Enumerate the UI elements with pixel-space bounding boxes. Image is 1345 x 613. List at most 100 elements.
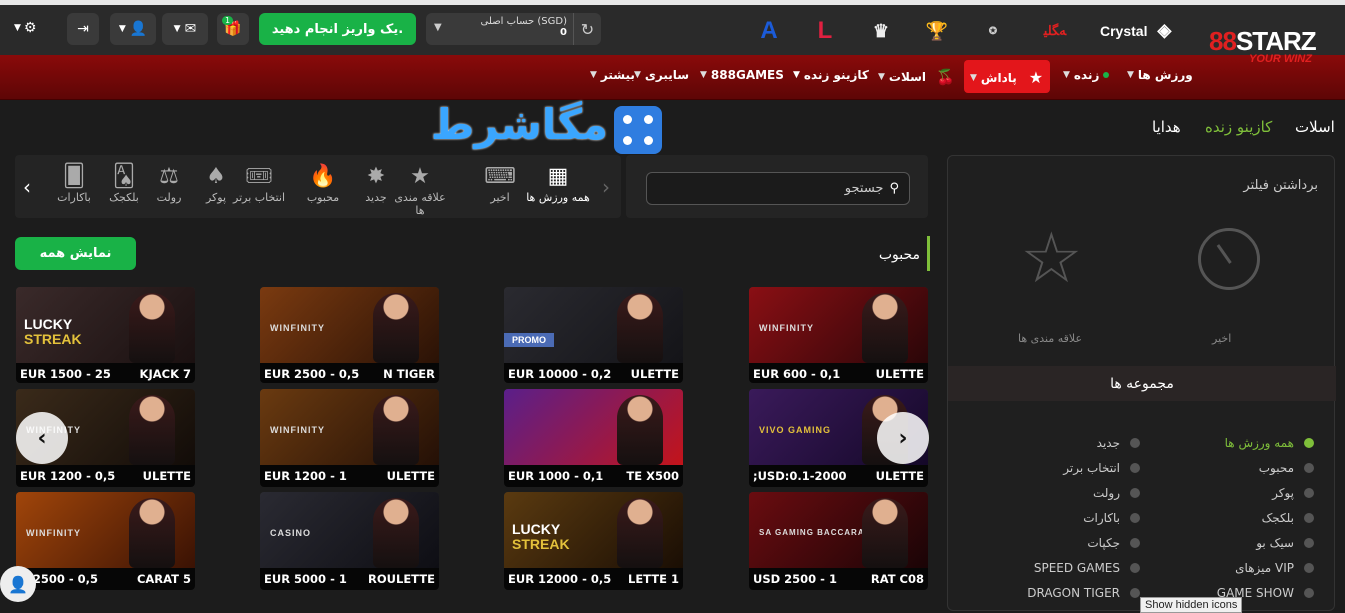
filter-item[interactable]: باکارات [1083, 511, 1140, 525]
tab-slots[interactable]: اسلات [1295, 118, 1335, 136]
category-recent[interactable]: ⌨ اخیر [474, 163, 526, 204]
game-thumbnail: WINFINITY [16, 492, 195, 568]
filter-item[interactable]: محبوب [1259, 461, 1314, 475]
deposit-button[interactable]: یک واریز انجام دهید. [259, 13, 416, 45]
radio-dot [1130, 588, 1140, 598]
game-name: KJACK 7 [139, 367, 191, 381]
carousel-next-button[interactable]: › [877, 412, 929, 464]
game-caption: EUR 5000 - 1 ROULETTE [260, 568, 439, 590]
nav-slots[interactable]: ▼ اسلات 🍒 [878, 68, 955, 86]
star-icon[interactable]: ☆ [1020, 218, 1083, 298]
game-name: ULETTE [875, 367, 924, 381]
game-card[interactable]: EUR 1000 - 0,1 TE X500 [504, 389, 683, 487]
game-limits: EUR 1000 - 0,1 [508, 469, 604, 483]
premier-league-icon[interactable]: ♛ [864, 14, 898, 48]
settings-button[interactable]: ▼ ⚙ [14, 20, 36, 36]
chevron-down-icon: ▼ [1127, 70, 1134, 80]
category-new[interactable]: ✸ جدید [350, 163, 402, 204]
gift-button[interactable]: 🎁 1 [217, 13, 249, 45]
nav-sports[interactable]: ▼ ورزش ها [1127, 68, 1193, 82]
tab-live-casino[interactable]: کازینو زنده [1205, 118, 1272, 136]
recent-icon[interactable] [1198, 228, 1260, 290]
filter-item[interactable]: DRAGON TIGER [1027, 586, 1140, 600]
champions-league-icon[interactable]: ✪ [976, 14, 1010, 48]
filter-item[interactable]: بلکجک [1262, 511, 1314, 525]
game-card[interactable]: LUCKY STREAK EUR 12000 - 0,5 LETTE 1 [504, 492, 683, 590]
filter-item[interactable]: سیک بو [1256, 536, 1314, 550]
nav-live-casino[interactable]: ▼ کازینو زنده [793, 68, 869, 82]
category-blackjack[interactable]: 🂡 بلکجک [98, 163, 150, 204]
provider-logo: WINFINITY [759, 323, 814, 333]
search-input[interactable]: جستجو ⚲ [646, 172, 910, 205]
nav-label: 888GAMES [710, 68, 784, 82]
game-card[interactable]: WINFINITY R 2500 - 0,5 CARAT 5 [16, 492, 195, 590]
game-limits: EUR 10000 - 0,2 [508, 367, 612, 381]
nav-label: ورزش ها [1137, 68, 1193, 82]
filter-label: محبوب [1258, 461, 1294, 475]
filter-label: سیک بو [1256, 536, 1294, 550]
game-card[interactable]: WINFINITY EUR 1200 - 1 ULETTE [260, 389, 439, 487]
logo-digit: 8 [1209, 26, 1224, 56]
messages-button[interactable]: ▼ ✉ [162, 13, 208, 45]
filter-item[interactable]: پوکر [1272, 486, 1314, 500]
game-card[interactable]: WINFINITY EUR 600 - 0,1 ULETTE [749, 287, 928, 383]
filter-item[interactable]: میزهای VIP [1235, 561, 1314, 575]
brand-logo[interactable]: 88STARZ YOUR WINZ [1209, 26, 1339, 76]
nav-label: زنده [1073, 68, 1100, 82]
filter-item[interactable]: همه ورزش ها [1225, 436, 1314, 450]
filter-item[interactable]: جکپات [1087, 536, 1140, 550]
category-poker[interactable]: ♠ پوکر [190, 163, 242, 204]
europa-league-icon[interactable]: 🏆 [920, 14, 954, 48]
filter-item[interactable]: انتخاب برتر [1063, 461, 1140, 475]
recent-label: اخیر [1212, 332, 1232, 345]
dealer-image [129, 293, 175, 363]
nav-label: سایبری [644, 68, 690, 82]
collections-title: مجموعه ها [1110, 375, 1174, 392]
game-limits: EUR 600 - 0,1 [753, 367, 841, 381]
game-card[interactable]: LUCKY STREAK EUR 1500 - 25 KJACK 7 [16, 287, 195, 383]
filter-label: SPEED GAMES [1033, 561, 1120, 575]
filter-item[interactable]: رولت [1093, 486, 1140, 500]
nav-more[interactable]: ▼ بیشتر [590, 68, 635, 82]
refresh-icon[interactable]: ↻ [573, 13, 601, 45]
game-caption: EUR 600 - 0,1 ULETTE [749, 363, 928, 383]
filter-item[interactable]: SPEED GAMES [1034, 561, 1140, 575]
cherry-icon: 🍒 [936, 68, 955, 86]
serie-a-icon[interactable]: A [752, 14, 786, 48]
tab-gifts[interactable]: هدایا [1152, 118, 1181, 136]
league-icon[interactable]: ﻪﮕﻠﯿ [1038, 14, 1072, 48]
show-all-button[interactable]: نمایش همه [15, 237, 136, 270]
game-card[interactable]: SA GAMING BACCARAT USD 2500 - 1 RAT C08 [749, 492, 928, 590]
logout-button[interactable]: ⇥ [67, 13, 99, 45]
nav-live[interactable]: ▼ زنده [1063, 68, 1110, 82]
laliga-icon[interactable]: L [808, 14, 842, 48]
category-fire[interactable]: 🔥 محبوب [297, 163, 349, 204]
logout-icon: ⇥ [77, 21, 89, 37]
chevron-down-icon: ▼ [700, 70, 707, 80]
chevron-left-icon[interactable]: ‹ [23, 175, 31, 199]
logo-digit: 8 [1222, 26, 1237, 56]
nav-bonus-content[interactable]: ▼ پاداش ★ [970, 68, 1043, 87]
category-roulette[interactable]: ⚖ رولت [143, 163, 195, 204]
nav-cyber[interactable]: ▼ سایبری [634, 68, 689, 82]
game-card[interactable]: WINFINITY EUR 2500 - 0,5 N TIGER [260, 287, 439, 383]
support-avatar-icon[interactable]: 👤 [0, 566, 36, 602]
category-baccarat[interactable]: 🂠 باکارات [48, 163, 100, 204]
game-name: TE X500 [626, 469, 679, 483]
balance-selector[interactable]: ▼ حساب اصلی (SGD) 0 ↻ [426, 13, 601, 45]
remove-filter-link[interactable]: برداشتن فیلتر [1243, 178, 1318, 193]
carousel-prev-button[interactable]: ‹ [16, 412, 68, 464]
chevron-down-icon: ▼ [634, 70, 641, 80]
game-limits: EUR 12000 - 0,5 [508, 572, 612, 586]
game-card[interactable]: CASINO EUR 5000 - 1 ROULETTE [260, 492, 439, 590]
game-card[interactable]: PROMO EUR 10000 - 0,2 ULETTE [504, 287, 683, 383]
filter-item[interactable]: جدید [1097, 436, 1140, 450]
crystal-promo[interactable]: Crystal ◈ [1100, 20, 1171, 41]
nav-888games[interactable]: ▼ 888GAMES [700, 68, 784, 82]
recent-icon: ⌨ [484, 164, 516, 189]
dealer-image [862, 293, 908, 363]
category-grid[interactable]: ▦ همه ورزش ها [523, 163, 593, 204]
dealer-image [129, 498, 175, 568]
chevron-right-icon[interactable]: › [602, 175, 610, 199]
profile-button[interactable]: ▼ 👤 [110, 13, 156, 45]
